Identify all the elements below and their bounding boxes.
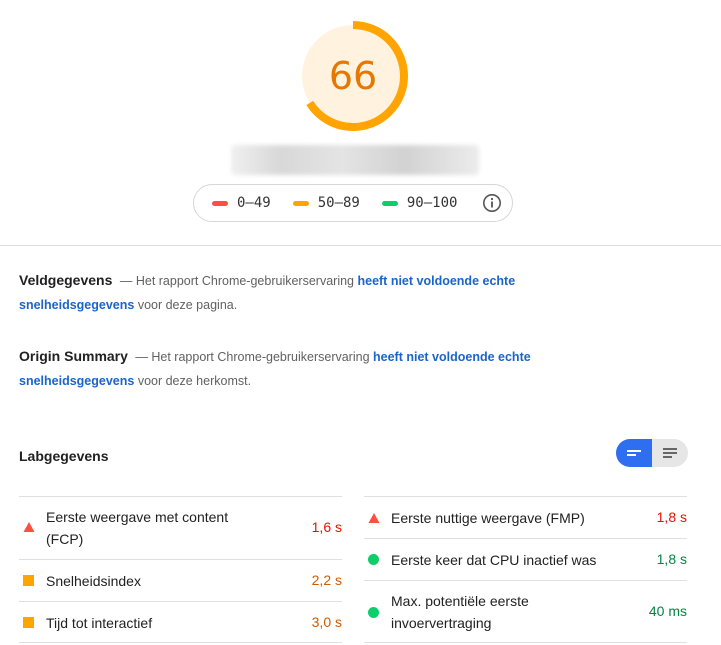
- origin-summary-prefix: — Het rapport Chrome-gebruikerservaring: [135, 350, 370, 364]
- lab-data-title: Labgegevens: [19, 448, 109, 464]
- lab-metrics-left: Eerste weergave met content (FCP) 1,6 s …: [19, 496, 342, 643]
- lab-metrics-right: Eerste nuttige weergave (FMP) 1,8 s Eers…: [364, 496, 687, 643]
- metric-label: Eerste nuttige weergave (FMP): [391, 510, 585, 526]
- field-data-title: Veldgegevens: [19, 272, 113, 288]
- legend-swatch-pass: [381, 200, 398, 206]
- origin-summary-suffix: voor deze herkomst.: [137, 374, 252, 388]
- metric-row: Eerste nuttige weergave (FMP) 1,8 s: [364, 496, 687, 538]
- score-legend: 0–49 50–89 90–100: [193, 184, 513, 222]
- legend-swatch-average: [292, 200, 309, 206]
- legend-item-fail: 0–49: [212, 195, 271, 211]
- origin-summary-section: Origin Summary — Het rapport Chrome-gebr…: [19, 344, 559, 393]
- tested-url-blurred: [231, 145, 479, 175]
- metric-label: Snelheidsindex: [46, 573, 141, 589]
- performance-score: 66: [328, 54, 378, 98]
- metric-row: Tijd tot interactief 3,0 s: [19, 601, 342, 643]
- metric-row: Eerste weergave met content (FCP) 1,6 s: [19, 496, 342, 559]
- header-divider: [0, 245, 721, 246]
- metric-row: Max. potentiële eerste invoervertraging …: [364, 580, 687, 643]
- origin-summary-title: Origin Summary: [19, 348, 128, 364]
- metric-value: 40 ms: [648, 603, 687, 619]
- legend-item-average: 50–89: [292, 195, 360, 211]
- metric-row: Snelheidsindex 2,2 s: [19, 559, 342, 601]
- expanded-view-icon: [627, 450, 641, 456]
- metric-label-line: (FCP): [46, 531, 84, 547]
- field-data-section: Veldgegevens — Het rapport Chrome-gebrui…: [19, 268, 559, 317]
- average-square-icon: [23, 617, 34, 628]
- pass-circle-icon: [368, 554, 379, 565]
- metric-label: Eerste weergave met content (FCP): [46, 506, 228, 550]
- expanded-view-button[interactable]: [616, 439, 652, 467]
- metric-label: Eerste keer dat CPU inactief was: [391, 552, 597, 568]
- info-icon[interactable]: [482, 193, 502, 213]
- fail-triangle-icon: [23, 522, 35, 532]
- metric-value: 1,8 s: [656, 509, 687, 525]
- compact-view-button[interactable]: [652, 439, 688, 467]
- compact-view-icon: [663, 448, 677, 458]
- legend-item-pass: 90–100: [381, 195, 458, 211]
- pass-circle-icon: [368, 607, 379, 618]
- metric-value: 2,2 s: [311, 572, 342, 588]
- metric-row: Eerste keer dat CPU inactief was 1,8 s: [364, 538, 687, 580]
- performance-score-gauge: 66: [297, 20, 409, 132]
- metric-value: 1,8 s: [656, 551, 687, 567]
- metric-value: 1,6 s: [311, 519, 342, 535]
- metric-label: Max. potentiële eerste invoervertraging: [391, 590, 529, 634]
- legend-range-average: 50–89: [317, 195, 360, 211]
- field-data-suffix: voor deze pagina.: [137, 298, 238, 312]
- legend-range-fail: 0–49: [237, 195, 271, 211]
- metric-value: 3,0 s: [311, 614, 342, 630]
- fail-triangle-icon: [368, 513, 380, 523]
- average-square-icon: [23, 575, 34, 586]
- metric-label-line: invoervertraging: [391, 615, 492, 631]
- metric-label: Tijd tot interactief: [46, 615, 153, 631]
- metric-label-line: Eerste weergave met content: [46, 509, 229, 525]
- metric-label-line: Max. potentiële eerste: [391, 593, 529, 609]
- metric-view-toggle[interactable]: [616, 439, 688, 467]
- legend-range-pass: 90–100: [406, 195, 458, 211]
- field-data-prefix: — Het rapport Chrome-gebruikerservaring: [119, 274, 354, 288]
- legend-swatch-fail: [212, 200, 228, 206]
